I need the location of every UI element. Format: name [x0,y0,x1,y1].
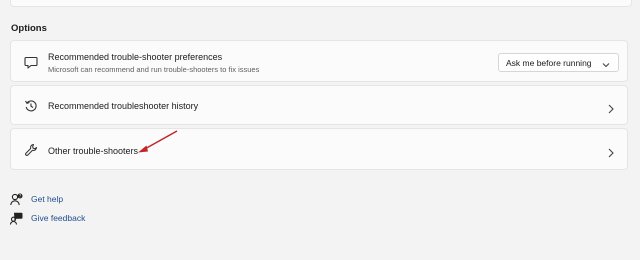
chat-bubble-icon [24,55,38,69]
history-icon [24,99,38,113]
give-feedback-label: Give feedback [31,213,86,223]
previous-card-edge [10,0,632,7]
get-help-label: Get help [31,194,64,204]
chevron-right-icon [607,101,615,114]
svg-text:?: ? [19,194,21,199]
wrench-icon [24,143,38,157]
section-title: Options [11,23,47,34]
chevron-down-icon [602,60,610,68]
run-mode-dropdown[interactable]: Ask me before running [498,53,619,72]
troubleshooter-preferences-card: Recommended trouble-shooter preferences … [10,40,628,82]
help-person-icon: ? [10,193,23,206]
preferences-description: Microsoft can recommend and run trouble-… [48,65,260,74]
feedback-icon [9,212,23,225]
dropdown-selected-value: Ask me before running [506,58,592,68]
chevron-right-icon [607,145,615,158]
preferences-title: Recommended trouble-shooter preferences [48,52,223,62]
other-troubleshooters-item[interactable]: Other trouble-shooters [10,128,628,170]
other-troubleshooters-label: Other trouble-shooters [48,146,139,156]
troubleshooter-history-item[interactable]: Recommended troubleshooter history [10,85,628,125]
history-label: Recommended troubleshooter history [48,101,199,111]
